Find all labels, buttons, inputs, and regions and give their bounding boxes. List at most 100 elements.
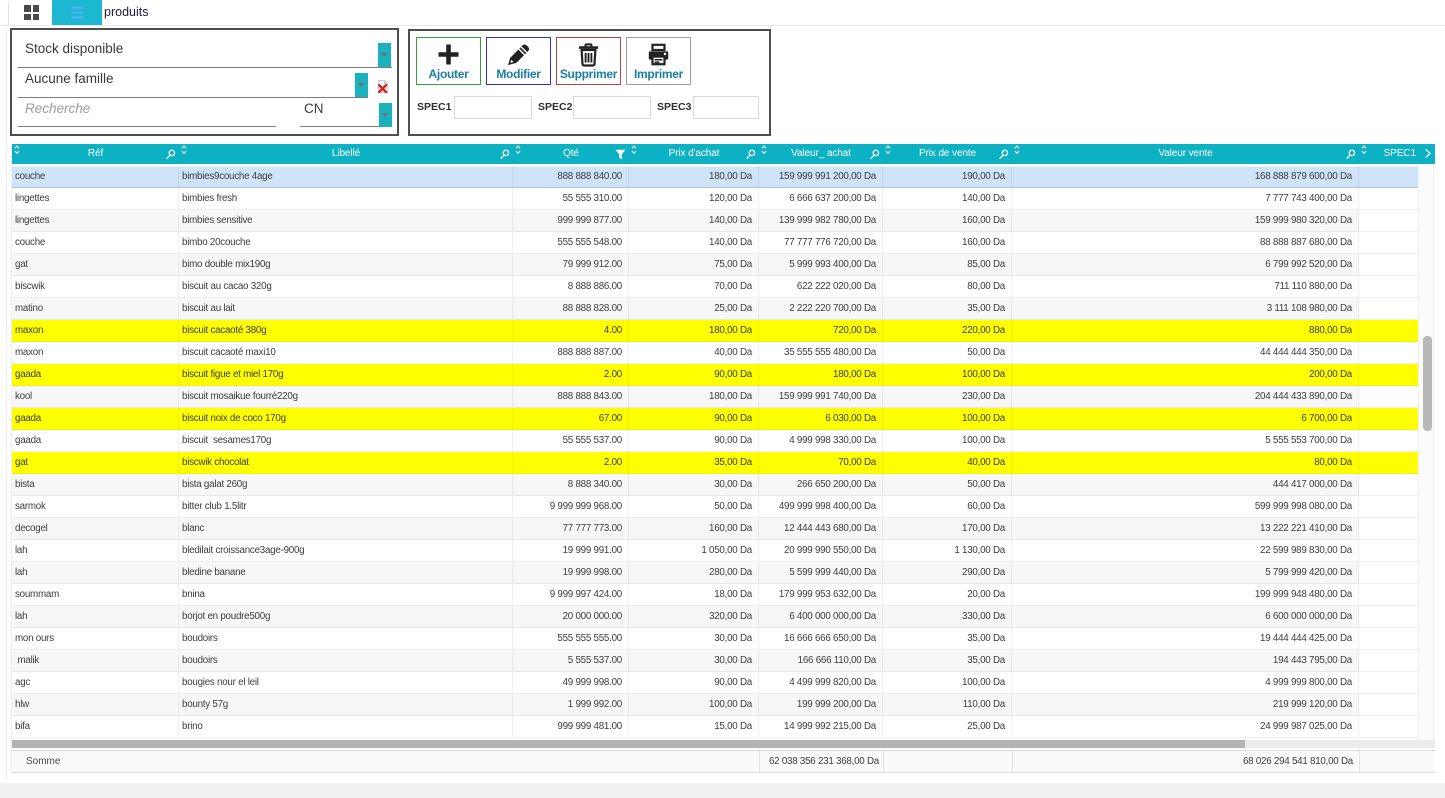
cell-libelle: biscuit mosaikue fourré220g <box>179 386 513 408</box>
cell-qte: 999 999 877.00 <box>513 210 629 232</box>
clear-famille-icon[interactable] <box>376 79 390 94</box>
scroll-columns-right-button[interactable] <box>1420 144 1435 164</box>
tab-produits[interactable] <box>52 0 102 25</box>
table-row[interactable]: hlwbounty 57g1 999 992.00100,00 Da199 99… <box>12 694 1420 716</box>
table-row[interactable]: couchebimbies9couche 4age888 888 840.001… <box>12 166 1420 188</box>
spec1-input[interactable] <box>454 96 532 119</box>
cell-qte: 19 999 991.00 <box>513 540 629 562</box>
grid-square <box>24 5 31 12</box>
table-row[interactable]: gaadabiscuit noix de coco 170g67.0090,00… <box>12 408 1420 430</box>
delete-button[interactable]: Supprimer <box>556 37 621 85</box>
add-button[interactable]: Ajouter <box>416 37 481 85</box>
cell-valeur_achat: 266 650 200,00 Da <box>759 474 883 496</box>
column-header-prix_achat[interactable]: Prix d'achat <box>629 144 759 164</box>
cell-qte: 19 999 998.00 <box>513 562 629 584</box>
famille-filter-value[interactable]: Aucune famille <box>25 71 114 86</box>
table-row[interactable]: biscwikbiscuit au cacao 320g8 888 886.00… <box>12 276 1420 298</box>
print-button[interactable]: Imprimer <box>626 37 691 85</box>
cell-spec1 <box>1359 672 1420 694</box>
column-filter[interactable] <box>615 149 626 160</box>
vertical-scrollbar[interactable] <box>1418 165 1433 740</box>
column-search[interactable] <box>500 149 510 159</box>
column-header-spec1[interactable]: SPEC1 <box>1359 144 1420 164</box>
spec3-input[interactable] <box>693 96 759 119</box>
table-row[interactable]: gatbiscwik chocolat2.0035,00 Da70,00 Da4… <box>12 452 1420 474</box>
column-search[interactable] <box>870 149 880 159</box>
column-search[interactable] <box>746 149 756 159</box>
cell-valeur_vente: 219 999 120,00 Da <box>1012 694 1359 716</box>
tabbar-divider <box>8 2 9 25</box>
table-row[interactable]: gatbimo double mix190g79 999 912.0075,00… <box>12 254 1420 276</box>
edit-button[interactable]: Modifier <box>486 37 551 85</box>
cell-prix_vente: 190,00 Da <box>883 166 1012 188</box>
table-row[interactable]: lahbledine banane19 999 998.00280,00 Da5… <box>12 562 1420 584</box>
table-row[interactable]: matinobiscuit au lait88 888 828.0025,00 … <box>12 298 1420 320</box>
cell-qte: 1 999 992.00 <box>513 694 629 716</box>
table-row[interactable]: agcbougies nour el leil49 999 998.0090,0… <box>12 672 1420 694</box>
column-header-prix_vente[interactable]: Prix de vente <box>883 144 1012 164</box>
search-icon[interactable] <box>999 149 1009 159</box>
summary-divider <box>1359 751 1360 773</box>
column-search[interactable] <box>166 149 176 159</box>
cell-spec1 <box>1359 276 1420 298</box>
table-row[interactable]: decogelblanc77 777 773.00160,00 Da12 444… <box>12 518 1420 540</box>
table-row[interactable]: malikboudoirs5 555 537.0030,00 Da166 666… <box>12 650 1420 672</box>
column-header-valeur_achat[interactable]: Valeur_ achat <box>759 144 883 164</box>
column-search[interactable] <box>999 149 1009 159</box>
cell-valeur_achat: 4 499 999 820,00 Da <box>759 672 883 694</box>
table-row[interactable]: soummambnina9 999 997 424.0018,00 Da179 … <box>12 584 1420 606</box>
table-row[interactable]: bifabrino999 999 481.0015,00 Da14 999 99… <box>12 716 1420 738</box>
search-icon[interactable] <box>746 149 756 159</box>
cell-valeur_achat: 499 999 998 400,00 Da <box>759 496 883 518</box>
spec2-input[interactable] <box>573 96 651 119</box>
stock-dropdown-button[interactable] <box>378 43 391 67</box>
table-row[interactable]: couchebimbo 20couche555 555 548.00140,00… <box>12 232 1420 254</box>
search-input[interactable]: Recherche <box>25 101 90 116</box>
cell-valeur_vente: 80,00 Da <box>1012 452 1359 474</box>
table-row[interactable]: koolbiscuit mosaikue fourré220g888 888 8… <box>12 386 1420 408</box>
sort-chevrons <box>631 145 637 155</box>
table-row[interactable]: lahbledilait croissance3age-900g19 999 9… <box>12 540 1420 562</box>
stock-filter-value[interactable]: Stock disponible <box>25 41 123 56</box>
column-header-qte[interactable]: Qté <box>513 144 629 164</box>
grid-view-icon[interactable] <box>24 5 39 20</box>
table-row[interactable]: maxonbiscuit cacaoté 380g4.00180,00 Da72… <box>12 320 1420 342</box>
filter-icon[interactable] <box>615 149 626 160</box>
cell-valeur_achat: 14 999 992 215,00 Da <box>759 716 883 738</box>
table-row[interactable]: sarmokbitter club 1.5litr9 999 999 968.0… <box>12 496 1420 518</box>
search-icon[interactable] <box>1346 149 1356 159</box>
search-icon[interactable] <box>500 149 510 159</box>
column-header-label: Valeur_ achat <box>791 148 851 159</box>
column-header-valeur_vente[interactable]: Valeur vente <box>1012 144 1359 164</box>
table-row[interactable]: maxonbiscuit cacaoté maxi10888 888 887.0… <box>12 342 1420 364</box>
column-search[interactable] <box>1346 149 1356 159</box>
search-icon[interactable] <box>166 149 176 159</box>
horizontal-scrollbar-thumb[interactable] <box>12 740 1245 748</box>
cell-spec1 <box>1359 474 1420 496</box>
search-mode-value[interactable]: CN <box>304 101 324 116</box>
cell-spec1 <box>1359 628 1420 650</box>
table-row[interactable]: lahborjot en poudre500g20 000 000.00320,… <box>12 606 1420 628</box>
table-row[interactable]: lingettesbimbies fresh55 555 310.00120,0… <box>12 188 1420 210</box>
horizontal-scrollbar[interactable] <box>12 740 1435 748</box>
cell-valeur_vente: 22 599 989 830,00 Da <box>1012 540 1359 562</box>
table-row[interactable]: bistabista galat 260g8 888 340.0030,00 D… <box>12 474 1420 496</box>
mode-dropdown-button[interactable] <box>379 103 392 127</box>
column-header-ref[interactable]: Réf <box>12 144 179 164</box>
column-header-libelle[interactable]: Libellé <box>179 144 513 164</box>
table-row[interactable]: mon oursboudoirs555 555 555.0030,00 Da16… <box>12 628 1420 650</box>
famille-dropdown-button[interactable] <box>355 73 368 97</box>
cell-libelle: bnina <box>179 584 513 606</box>
cell-valeur_vente: 4 999 999 800,00 Da <box>1012 672 1359 694</box>
table-row[interactable]: gaadabiscuit sesames170g55 555 537.0090,… <box>12 430 1420 452</box>
cell-libelle: brino <box>179 716 513 738</box>
vertical-scrollbar-thumb[interactable] <box>1423 336 1432 431</box>
cell-libelle: bista galat 260g <box>179 474 513 496</box>
table-row[interactable]: gaadabiscuit figue et miel 170g2.0090,00… <box>12 364 1420 386</box>
cell-qte: 888 888 843.00 <box>513 386 629 408</box>
table-row[interactable]: lingettesbimbies sensitive999 999 877.00… <box>12 210 1420 232</box>
cell-libelle: blanc <box>179 518 513 540</box>
search-icon[interactable] <box>870 149 880 159</box>
list-icon <box>68 6 86 20</box>
cell-prix_achat: 320,00 Da <box>629 606 759 628</box>
